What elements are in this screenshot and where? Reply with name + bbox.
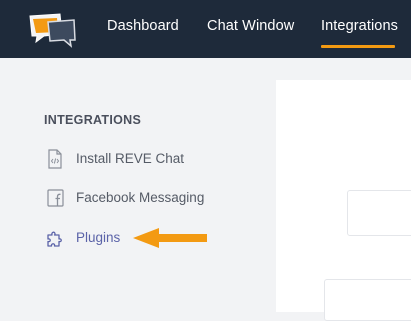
nav-integrations[interactable]: Integrations — [321, 18, 398, 34]
nav-active-indicator — [321, 45, 395, 48]
content-card — [347, 190, 411, 236]
sidebar-item-label: Plugins — [76, 230, 121, 245]
content-card — [324, 279, 411, 321]
chat-bubbles-logo-icon[interactable] — [26, 12, 78, 48]
sidebar-heading: INTEGRATIONS — [44, 113, 142, 127]
nav-dashboard[interactable]: Dashboard — [107, 18, 179, 34]
arrow-left-icon — [133, 228, 207, 248]
sidebar-item-label: Facebook Messaging — [76, 190, 205, 205]
sidebar-item-install-reve-chat[interactable]: Install REVE Chat — [44, 148, 264, 172]
sidebar-item-facebook-messaging[interactable]: Facebook Messaging — [44, 187, 264, 211]
code-file-icon — [48, 149, 62, 169]
nav-chat-window[interactable]: Chat Window — [207, 18, 294, 34]
facebook-icon — [47, 189, 64, 207]
top-navbar: Dashboard Chat Window Integrations — [0, 0, 411, 58]
sidebar-item-label: Install REVE Chat — [76, 151, 185, 166]
puzzle-icon — [47, 231, 62, 247]
